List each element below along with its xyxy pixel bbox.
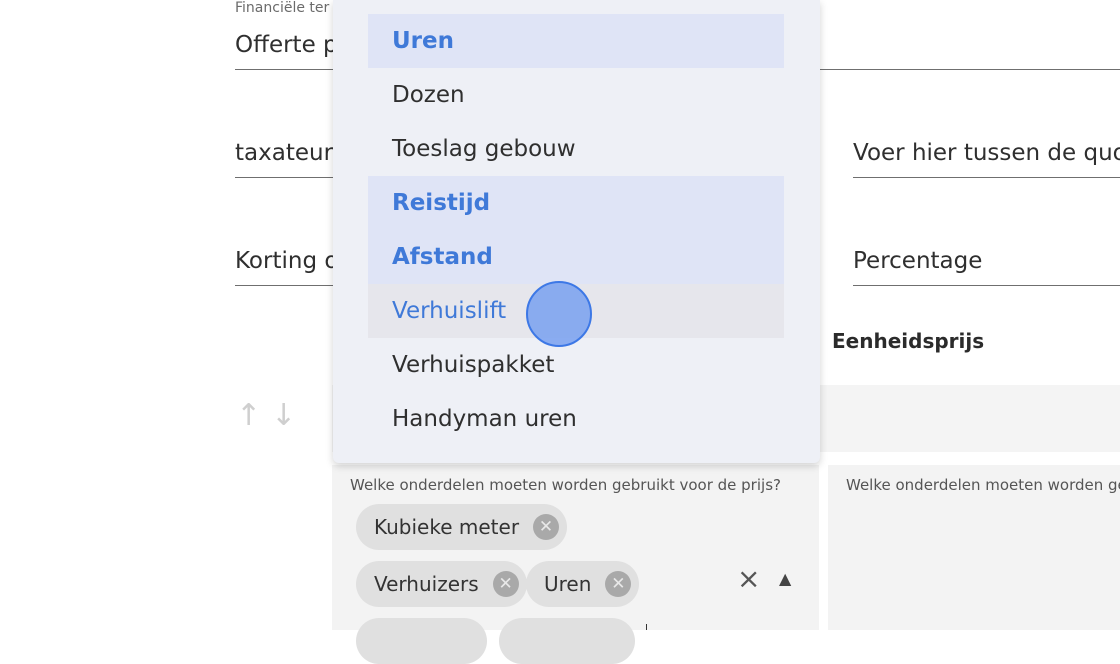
chip-partial[interactable]: [356, 618, 487, 664]
quote-comment-field[interactable]: Voer hier tussen de quo: [853, 140, 1120, 166]
quote-comment-underline: [853, 177, 1120, 178]
chip-uren[interactable]: Uren ✕: [526, 561, 640, 607]
unit-price-header: Eenheidsprijs: [832, 329, 985, 353]
dropdown-option[interactable]: Reistijd: [368, 176, 784, 230]
chip-kubieke-meter[interactable]: Kubieke meter ✕: [356, 504, 568, 550]
discount-field[interactable]: Korting o: [235, 248, 338, 274]
price-parts-question-right: Welke onderdelen moeten worden geb: [846, 476, 1120, 494]
discount-underline: [235, 285, 335, 286]
remove-chip-icon[interactable]: ✕: [533, 514, 560, 540]
quote-field[interactable]: Offerte p: [235, 32, 338, 58]
dropdown-option[interactable]: Verhuispakket: [368, 338, 784, 392]
financial-terms-caption: Financiële ter: [235, 0, 330, 16]
remove-chip-icon[interactable]: ✕: [492, 571, 519, 597]
taxateur-underline: [235, 177, 335, 178]
chip-verhuizers[interactable]: Verhuizers ✕: [356, 561, 527, 607]
percentage-field[interactable]: Percentage: [853, 248, 982, 274]
dropdown-option[interactable]: Toeslag gebouw: [368, 122, 784, 176]
pointer-cursor: [526, 281, 592, 347]
unit-type-dropdown: Uren Dozen Toeslag gebouw Reistijd Afstand Ve…: [333, 0, 820, 463]
dropdown-option[interactable]: Handyman uren: [368, 392, 784, 446]
percentage-underline: [853, 285, 1120, 286]
chip-label: Kubieke meter: [374, 515, 520, 539]
taxateur-field[interactable]: taxateur: [235, 140, 333, 166]
arrow-down-icon[interactable]: ↓: [271, 398, 296, 433]
remove-chip-icon[interactable]: ✕: [605, 571, 632, 597]
dropdown-option[interactable]: Dozen: [368, 68, 784, 122]
dropdown-option[interactable]: Afstand: [368, 230, 784, 284]
toggle-dropdown-icon[interactable]: ▲: [779, 569, 791, 588]
text-caret: [646, 624, 647, 630]
chip-label: Uren: [544, 572, 592, 596]
clear-selection-icon[interactable]: ×: [737, 562, 760, 595]
dropdown-option[interactable]: Uren: [368, 14, 784, 68]
chip-label: Verhuizers: [374, 572, 479, 596]
chip-partial[interactable]: [499, 618, 635, 664]
arrow-up-icon[interactable]: ↑: [236, 398, 261, 433]
price-parts-question: Welke onderdelen moeten worden gebruikt …: [350, 476, 781, 494]
